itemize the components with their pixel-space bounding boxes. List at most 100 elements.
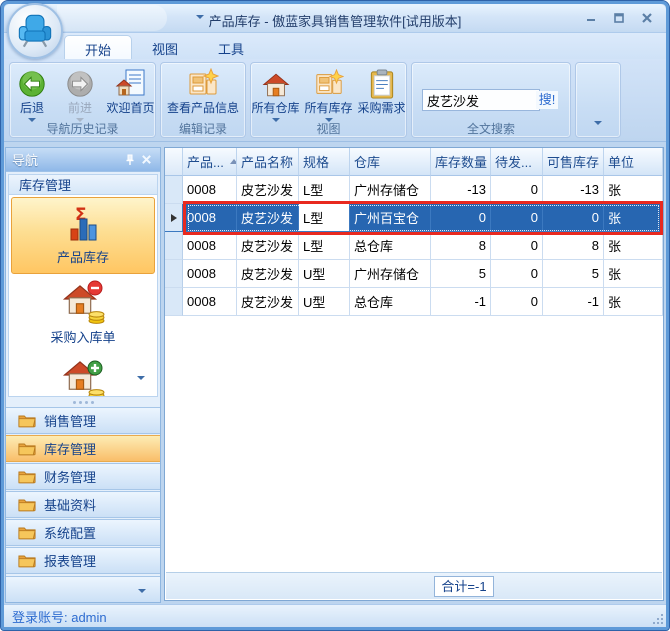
armchair-logo-icon <box>16 12 54 50</box>
cell-product-code[interactable]: 0008 <box>183 204 237 232</box>
cell-unit[interactable]: 张 <box>604 288 663 316</box>
cell-product-name[interactable]: 皮艺沙发 <box>237 260 299 288</box>
cell-unit[interactable]: 张 <box>604 232 663 260</box>
nav-item-purchase-inbound[interactable]: 采购入库单 <box>9 276 157 353</box>
cell-sellable[interactable]: -1 <box>543 288 604 316</box>
column-header-pending[interactable]: 待发... <box>491 148 543 176</box>
row-selector[interactable] <box>165 232 183 260</box>
dropdown-arrow-icon[interactable] <box>594 121 602 125</box>
quick-access-dropdown-icon[interactable] <box>196 15 204 19</box>
view-product-info-button[interactable]: 查看产品信息 <box>164 67 242 115</box>
sidebar-group-basic-data[interactable]: 基础资料 <box>6 491 160 518</box>
sidebar-group-finance[interactable]: 财务管理 <box>6 463 160 490</box>
tab-start[interactable]: 开始 <box>64 35 133 62</box>
row-selector[interactable] <box>165 204 183 232</box>
tab-tools[interactable]: 工具 <box>198 35 264 62</box>
group-collapsed <box>575 62 621 138</box>
cell-sellable[interactable]: 5 <box>543 260 604 288</box>
column-header-unit[interactable]: 单位 <box>604 148 663 176</box>
maximize-button[interactable] <box>610 10 628 26</box>
cell-stock-qty[interactable]: 8 <box>431 232 491 260</box>
sidebar-group-sales[interactable]: 销售管理 <box>6 407 160 434</box>
cell-sellable[interactable]: -13 <box>543 176 604 204</box>
sidebar-group-system-config[interactable]: 系统配置 <box>6 519 160 546</box>
minimize-button[interactable] <box>582 10 600 26</box>
column-header-sellable[interactable]: 可售库存 <box>543 148 604 176</box>
cell-unit[interactable]: 张 <box>604 204 663 232</box>
table-row[interactable]: 0008 皮艺沙发 U型 广州存储仓 5 0 5 张 <box>165 260 663 288</box>
welcome-home-button[interactable]: 欢迎首页 <box>106 67 155 122</box>
cell-warehouse[interactable]: 广州百宝仓 <box>350 204 431 232</box>
back-button[interactable]: 后退 <box>10 67 54 122</box>
cell-product-code[interactable]: 0008 <box>183 176 237 204</box>
cell-pending[interactable]: 0 <box>491 288 543 316</box>
tab-view[interactable]: 视图 <box>132 35 198 62</box>
table-row[interactable]: 0008 皮艺沙发 L型 总仓库 8 0 8 张 <box>165 232 663 260</box>
cell-stock-qty[interactable]: -13 <box>431 176 491 204</box>
cell-spec[interactable]: L型 <box>299 176 350 204</box>
cell-unit[interactable]: 张 <box>604 176 663 204</box>
all-warehouses-button[interactable]: 所有仓库 <box>251 67 300 122</box>
pin-button[interactable] <box>122 152 138 168</box>
row-selector[interactable] <box>165 176 183 204</box>
cell-warehouse[interactable]: 总仓库 <box>350 288 431 316</box>
cell-spec-active[interactable]: L型 <box>299 204 350 232</box>
cell-pending[interactable]: 0 <box>491 204 543 232</box>
close-button[interactable] <box>638 10 656 26</box>
column-header-product-name[interactable]: 产品名称 <box>237 148 299 176</box>
application-menu-button[interactable] <box>7 3 63 59</box>
row-selector[interactable] <box>165 288 183 316</box>
panel-close-button[interactable] <box>138 152 154 168</box>
column-header-stock-qty[interactable]: 库存数量 <box>431 148 491 176</box>
cell-warehouse[interactable]: 总仓库 <box>350 232 431 260</box>
cell-stock-qty[interactable]: 0 <box>431 204 491 232</box>
navigation-panel: 导航 库存管理 产品库存 采购入库单 销售管理 库存管理 财务管理 基础资料 系… <box>5 147 161 603</box>
column-header-warehouse[interactable]: 仓库 <box>350 148 431 176</box>
resize-grip[interactable] <box>651 612 663 624</box>
panel-splitter[interactable] <box>6 399 160 406</box>
column-header-product-code[interactable]: 产品... <box>183 148 237 176</box>
cell-pending[interactable]: 0 <box>491 176 543 204</box>
cell-product-name[interactable]: 皮艺沙发 <box>237 176 299 204</box>
sidebar-group-inventory[interactable]: 库存管理 <box>6 435 160 462</box>
cell-product-name[interactable]: 皮艺沙发 <box>237 288 299 316</box>
cell-product-name[interactable]: 皮艺沙发 <box>237 204 299 232</box>
cell-pending[interactable]: 0 <box>491 260 543 288</box>
dropdown-arrow-icon[interactable] <box>137 376 145 380</box>
table-row[interactable]: 0008 皮艺沙发 L型 广州存储仓 -13 0 -13 张 <box>165 176 663 204</box>
cell-product-code[interactable]: 0008 <box>183 260 237 288</box>
cell-warehouse[interactable]: 广州存储仓 <box>350 260 431 288</box>
cell-pending[interactable]: 0 <box>491 232 543 260</box>
all-stock-button[interactable]: 所有库存 <box>304 67 353 122</box>
cell-product-code[interactable]: 0008 <box>183 232 237 260</box>
section-header-inventory[interactable]: 库存管理 <box>9 175 157 195</box>
column-header-spec[interactable]: 规格 <box>299 148 350 176</box>
cell-sellable[interactable]: 0 <box>543 204 604 232</box>
table-row-selected[interactable]: 0008 皮艺沙发 L型 广州百宝仓 0 0 0 张 <box>165 201 663 235</box>
cell-spec[interactable]: U型 <box>299 288 350 316</box>
cell-product-code[interactable]: 0008 <box>183 288 237 316</box>
nav-item-product-stock[interactable]: 产品库存 <box>11 197 155 274</box>
nav-item-partial[interactable] <box>9 353 157 397</box>
cell-product-name[interactable]: 皮艺沙发 <box>237 232 299 260</box>
cell-unit[interactable]: 张 <box>604 260 663 288</box>
cell-spec[interactable]: L型 <box>299 232 350 260</box>
pin-icon <box>124 154 136 166</box>
cell-sellable[interactable]: 8 <box>543 232 604 260</box>
cell-warehouse[interactable]: 广州存储仓 <box>350 176 431 204</box>
cell-stock-qty[interactable]: -1 <box>431 288 491 316</box>
forward-button[interactable]: 前进 <box>58 67 102 122</box>
group-caption: 视图 <box>316 122 341 136</box>
forward-icon <box>65 69 95 99</box>
cell-spec[interactable]: U型 <box>299 260 350 288</box>
cell-stock-qty[interactable]: 5 <box>431 260 491 288</box>
navigation-groups: 销售管理 库存管理 财务管理 基础资料 系统配置 报表管理 <box>6 406 160 574</box>
search-input[interactable] <box>422 89 540 111</box>
product-info-icon <box>187 68 219 100</box>
sidebar-group-reports[interactable]: 报表管理 <box>6 547 160 574</box>
row-selector[interactable] <box>165 260 183 288</box>
table-row[interactable]: 0008 皮艺沙发 U型 总仓库 -1 0 -1 张 <box>165 288 663 316</box>
sidebar-collapse-bar[interactable] <box>6 576 160 602</box>
purchase-demand-button[interactable]: 采购需求 <box>357 67 406 122</box>
search-go-button[interactable]: 搜! <box>536 91 558 109</box>
